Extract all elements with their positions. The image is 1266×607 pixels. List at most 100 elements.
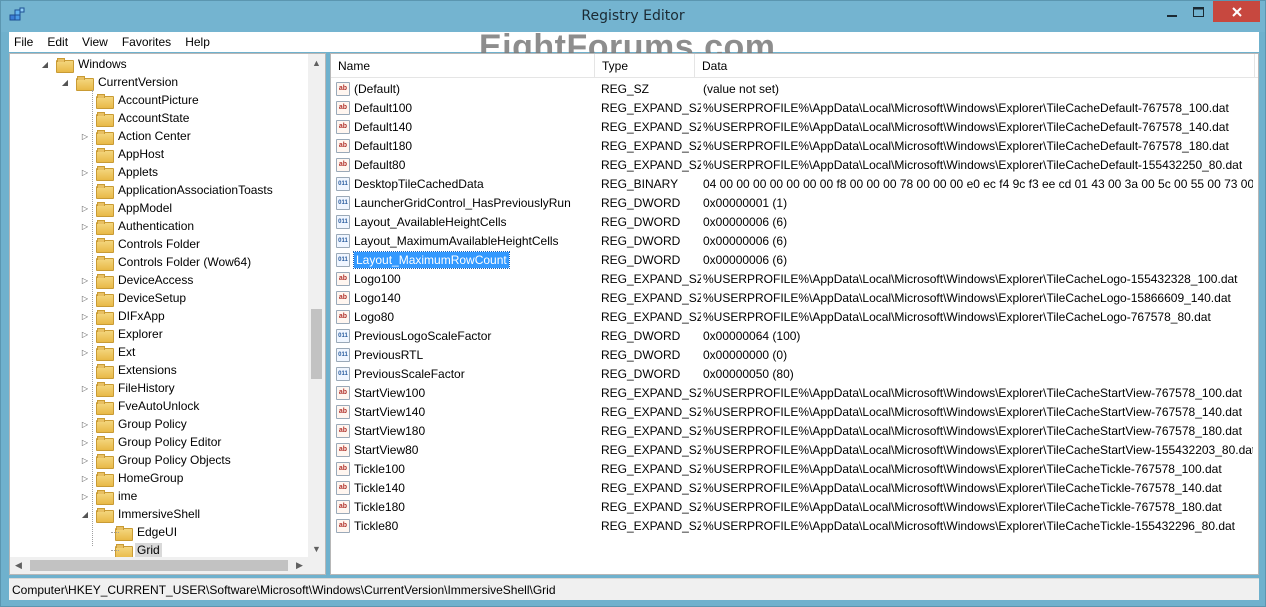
collapsed-arrow-icon[interactable]: ▷ [80,347,90,357]
tree-node[interactable]: ▷ ime [80,487,139,505]
table-row[interactable]: ab Default80 REG_EXPAND_SZ %USERPROFILE%\Ap… [331,155,1258,174]
collapsed-arrow-icon[interactable]: ▷ [80,437,90,447]
tree-node[interactable]: Controls Folder [80,235,202,253]
collapsed-arrow-icon[interactable]: ▷ [80,203,90,213]
folder-icon [96,273,114,289]
scroll-left-icon[interactable]: ◀ [10,557,27,574]
table-row[interactable]: 011 PreviousRTL REG_DWORD 0x00000000 (0) [331,345,1258,364]
registry-value-list[interactable]: Name Type Data ab (Default) REG_SZ (value n… [330,53,1259,575]
table-row[interactable]: ab Tickle100 REG_EXPAND_SZ %USERPROFILE%\Ap… [331,459,1258,478]
tree-node[interactable]: ▷ AppModel [80,199,174,217]
tree-node[interactable]: ▷ Ext [80,343,137,361]
table-row[interactable]: 011 PreviousLogoScaleFactor REG_DWORD 0x000… [331,326,1258,345]
expanded-arrow-icon[interactable]: ◢ [60,77,70,87]
tree-node[interactable]: AccountState [80,109,191,127]
table-row[interactable]: ab Tickle80 REG_EXPAND_SZ %USERPROFILE%\App… [331,516,1258,535]
expanded-arrow-icon[interactable]: ◢ [80,509,90,519]
column-header-type[interactable]: Type [595,54,695,78]
table-row[interactable]: ab StartView100 REG_EXPAND_SZ %USERPROFILE%… [331,383,1258,402]
tree-node[interactable]: ▷ DIFxApp [80,307,167,325]
collapsed-arrow-icon[interactable]: ▷ [80,455,90,465]
table-row[interactable]: 011 Layout_MaximumAvailableHeightCells REG… [331,231,1258,250]
table-row[interactable]: ab Logo100 REG_EXPAND_SZ %USERPROFILE%\AppD… [331,269,1258,288]
tree-node[interactable]: FveAutoUnlock [80,397,201,415]
table-row[interactable]: ab Tickle140 REG_EXPAND_SZ %USERPROFILE%\Ap… [331,478,1258,497]
tree-node[interactable]: ◢ CurrentVersion [60,73,180,91]
tree-node-label: Group Policy Editor [118,435,222,449]
tree-node[interactable]: ▷ HomeGroup [80,469,185,487]
collapsed-arrow-icon[interactable]: ▷ [80,167,90,177]
folder-icon [96,201,114,217]
collapsed-arrow-icon[interactable]: ▷ [80,383,90,393]
tree-node[interactable]: ▷ Action Center [80,127,193,145]
tree-hscroll-thumb[interactable] [30,560,288,571]
column-header-data[interactable]: Data [695,54,1255,78]
collapsed-arrow-icon[interactable]: ▷ [80,275,90,285]
tree-node[interactable]: ▷ Group Policy Editor [80,433,223,451]
close-button[interactable] [1213,1,1260,22]
tree-vertical-scrollbar[interactable]: ▲ ▼ [308,54,325,557]
tree-node[interactable]: AccountPicture [80,91,201,109]
table-row[interactable]: 011 LauncherGridControl_HasPreviouslyRun R… [331,193,1258,212]
expander-placeholder [99,527,109,537]
tree-node[interactable]: ◢ ImmersiveShell [80,505,202,523]
table-row[interactable]: ab StartView140 REG_EXPAND_SZ %USERPROFILE%… [331,402,1258,421]
collapsed-arrow-icon[interactable]: ▷ [80,311,90,321]
tree-node[interactable]: Extensions [80,361,179,379]
string-value-icon: ab [336,119,350,134]
menu-help[interactable]: Help [178,35,217,49]
folder-icon [96,345,114,361]
table-row[interactable]: ab StartView80 REG_EXPAND_SZ %USERPROFILE%\… [331,440,1258,459]
collapsed-arrow-icon[interactable]: ▷ [80,221,90,231]
table-row[interactable]: 011 Layout_MaximumRowCount REG_DWORD 0x0000… [331,250,1258,269]
registry-key-tree[interactable]: ◢ Windows ◢ CurrentVersion AccountPicture Acc… [9,53,326,575]
table-row[interactable]: 011 Layout_AvailableHeightCells REG_DWORD 0… [331,212,1258,231]
tree-node[interactable]: ◢ Windows [40,55,129,73]
minimize-button[interactable] [1159,1,1185,22]
tree-node[interactable]: ▷ Authentication [80,217,196,235]
scroll-right-icon[interactable]: ▶ [291,557,308,574]
value-type-cell: REG_EXPAND_SZ [601,271,701,286]
tree-node-label: DeviceAccess [118,273,194,287]
scroll-down-icon[interactable]: ▼ [308,540,325,557]
tree-horizontal-scrollbar[interactable]: ◀ ▶ [10,557,308,574]
collapsed-arrow-icon[interactable]: ▷ [80,293,90,303]
table-row[interactable]: 011 PreviousScaleFactor REG_DWORD 0x0000005… [331,364,1258,383]
scroll-up-icon[interactable]: ▲ [308,54,325,71]
table-row[interactable]: ab Tickle180 REG_EXPAND_SZ %USERPROFILE%\Ap… [331,497,1258,516]
menu-file[interactable]: File [9,35,40,49]
scrollbar-corner [308,557,325,574]
table-row[interactable]: ab Default100 REG_EXPAND_SZ %USERPROFILE%\A… [331,98,1258,117]
menu-view[interactable]: View [75,35,115,49]
table-row[interactable]: ab Logo80 REG_EXPAND_SZ %USERPROFILE%\AppDa… [331,307,1258,326]
maximize-button[interactable] [1185,1,1211,22]
collapsed-arrow-icon[interactable]: ▷ [80,419,90,429]
table-row[interactable]: ab Default140 REG_EXPAND_SZ %USERPROFILE%\A… [331,117,1258,136]
menu-favorites[interactable]: Favorites [115,35,178,49]
collapsed-arrow-icon[interactable]: ▷ [80,329,90,339]
collapsed-arrow-icon[interactable]: ▷ [80,131,90,141]
tree-node[interactable]: ApplicationAssociationToasts [80,181,275,199]
string-value-icon: ab [336,290,350,305]
value-data-cell: %USERPROFILE%\AppData\Local\Microsoft\Wi… [703,442,1253,457]
tree-node[interactable]: ▷ FileHistory [80,379,177,397]
expanded-arrow-icon[interactable]: ◢ [40,59,50,69]
column-header-name[interactable]: Name [331,54,595,78]
tree-node[interactable]: Controls Folder (Wow64) [80,253,253,271]
tree-node[interactable]: ▷ Group Policy Objects [80,451,233,469]
menu-edit[interactable]: Edit [40,35,75,49]
folder-icon [96,111,114,127]
tree-node[interactable]: ▷ DeviceSetup [80,289,188,307]
table-row[interactable]: ab Default180 REG_EXPAND_SZ %USERPROFILE%\A… [331,136,1258,155]
tree-scroll-thumb[interactable] [311,309,322,379]
tree-node[interactable]: ▷ DeviceAccess [80,271,195,289]
table-row[interactable]: ab (Default) REG_SZ (value not set) [331,79,1258,98]
value-name-cell: ab StartView80 [336,440,598,459]
table-row[interactable]: 011 DesktopTileCachedData REG_BINARY 04 00 … [331,174,1258,193]
tree-node[interactable]: ▷ Group Policy [80,415,189,433]
table-row[interactable]: ab StartView180 REG_EXPAND_SZ %USERPROFILE%… [331,421,1258,440]
collapsed-arrow-icon[interactable]: ▷ [80,491,90,501]
collapsed-arrow-icon[interactable]: ▷ [80,473,90,483]
string-value-icon: ab [336,309,350,324]
table-row[interactable]: ab Logo140 REG_EXPAND_SZ %USERPROFILE%\AppD… [331,288,1258,307]
